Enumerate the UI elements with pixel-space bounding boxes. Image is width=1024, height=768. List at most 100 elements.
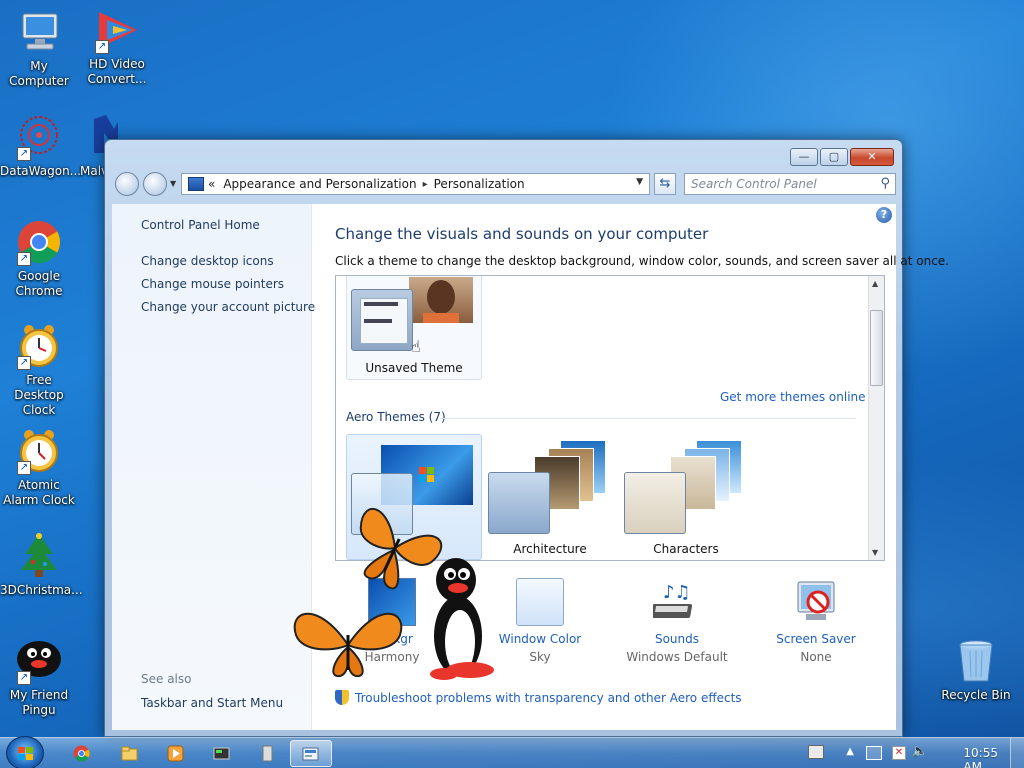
search-icon[interactable]: ⚲ [880, 176, 890, 191]
desktop-icon-my-friend-pingu[interactable]: ↗ My Friend Pingu [0, 637, 78, 718]
desktop-icon-free-desktop-clock[interactable]: ↗ Free Desktop Clock [0, 322, 78, 418]
personalization-window: — ▢ ✕ ▼ « Appearance and Personalization… [104, 139, 949, 737]
sidebar-link-mouse-pointers[interactable]: Change mouse pointers [141, 277, 284, 291]
theme-tile-unsaved[interactable]: ☝ Unsaved Theme [346, 276, 482, 380]
desktop-icon-3d-christmas[interactable]: 3DChristma... [0, 532, 83, 598]
refresh-button[interactable]: ⇆ [654, 173, 676, 195]
maximize-button[interactable]: ▢ [820, 148, 848, 166]
setting-value: None [800, 650, 832, 664]
theme-tile-architecture[interactable]: Architecture [484, 434, 616, 560]
forward-button[interactable] [143, 172, 167, 196]
theme-name: Architecture [513, 542, 587, 556]
control-panel-icon [302, 747, 319, 761]
desktop-icon-google-chrome[interactable]: ↗ Google Chrome [0, 218, 78, 299]
start-button[interactable] [6, 736, 44, 768]
taskbar-media-player[interactable] [156, 740, 194, 767]
get-more-themes-link[interactable]: Get more themes online [720, 390, 866, 404]
minimize-button[interactable]: — [790, 148, 818, 166]
sidebar-link-taskbar[interactable]: Taskbar and Start Menu [141, 696, 283, 710]
breadcrumb-personalization[interactable]: Personalization [434, 177, 525, 191]
shortcut-arrow-icon: ↗ [95, 40, 109, 54]
scroll-thumb[interactable] [870, 310, 883, 386]
desktop-icon-my-computer[interactable]: My Computer [0, 8, 78, 89]
computer-icon [15, 8, 63, 56]
shortcut-arrow-icon: ↗ [17, 461, 31, 475]
address-dropdown-icon[interactable]: ▼ [636, 177, 643, 187]
desktop-icon-hd-video-converter[interactable]: ↗ HD Video Convert... [78, 6, 156, 87]
scroll-up-icon[interactable]: ▲ [872, 279, 878, 288]
taskbar: ▲ ✕ 🔈 10:55 AM [0, 736, 1024, 768]
pingu-icon: ↗ [15, 637, 63, 685]
pingu-penguin-icon [424, 556, 498, 685]
setting-value: Sky [529, 650, 551, 664]
theme-list-scrollbar[interactable]: ▲ ▼ [868, 276, 884, 560]
show-hidden-icons-icon[interactable]: ▲ [846, 746, 854, 757]
datawagon-icon: ↗ [15, 113, 63, 161]
theme-color-swatch [488, 472, 550, 534]
setting-label: Screen Saver [776, 632, 856, 646]
desktop-icon-datawagon[interactable]: ↗ DataWagon... [0, 113, 81, 179]
theme-name: Characters [653, 542, 719, 556]
theme-color-swatch [624, 472, 686, 534]
cursor-pointer-icon: ☝ [411, 337, 421, 356]
desktop-icon-label: HD Video Convert... [87, 57, 147, 86]
troubleshoot-label: Troubleshoot problems with transparency … [355, 690, 742, 705]
shortcut-arrow-icon: ↗ [17, 671, 31, 685]
address-bar[interactable]: « Appearance and Personalization ▸ Perso… [181, 173, 650, 195]
page-subtitle: Click a theme to change the desktop back… [335, 254, 949, 268]
close-button[interactable]: ✕ [850, 148, 894, 166]
theme-color-preview [351, 289, 413, 351]
theme-wallpaper-thumbnail [409, 277, 473, 323]
taskbar-chrome[interactable] [62, 740, 100, 767]
theme-name: Unsaved Theme [365, 361, 463, 375]
clock-icon: ↗ [15, 322, 63, 370]
taskbar-app-3[interactable] [202, 740, 240, 767]
troubleshoot-link[interactable]: Troubleshoot problems with transparency … [335, 690, 742, 705]
taskbar-app-4[interactable] [248, 740, 286, 767]
setting-label: Sounds [654, 632, 700, 646]
sidebar: Control Panel Home Change desktop icons … [112, 204, 315, 730]
help-icon[interactable]: ? [876, 207, 892, 223]
screen-saver-icon [792, 578, 840, 626]
search-input[interactable]: Search Control Panel ⚲ [684, 173, 896, 195]
volume-icon[interactable]: 🔈 [912, 744, 928, 759]
sounds-icon: ♪♫ [650, 578, 701, 626]
show-desktop-button[interactable] [1010, 738, 1024, 768]
screen-saver-setting[interactable]: Screen Saver None [756, 578, 876, 664]
see-also-heading: See also [141, 672, 192, 686]
network-icon[interactable] [866, 746, 882, 760]
window-color-icon [516, 578, 564, 626]
navigation-bar: ▼ « Appearance and Personalization ▸ Per… [113, 172, 896, 198]
clock[interactable]: 10:55 AM [963, 746, 998, 768]
desktop-icon-label: My Friend Pingu [9, 688, 69, 717]
breadcrumb-appearance[interactable]: Appearance and Personalization [223, 177, 416, 191]
sidebar-link-control-panel-home[interactable]: Control Panel Home [141, 218, 260, 232]
sidebar-link-account-picture[interactable]: Change your account picture [141, 300, 315, 314]
setting-value: Windows Default [626, 650, 728, 664]
desktop-icon-label: My Computer [9, 59, 69, 88]
theme-tile-characters[interactable]: Characters [620, 434, 752, 560]
shield-icon [335, 690, 349, 705]
taskbar-explorer[interactable] [110, 740, 148, 767]
sidebar-link-desktop-icons[interactable]: Change desktop icons [141, 254, 274, 268]
action-center-icon[interactable] [808, 745, 824, 759]
sounds-setting[interactable]: ♪♫ Sounds Windows Default [617, 578, 737, 664]
windows-flag-icon [18, 747, 33, 760]
taskbar-personalization[interactable] [290, 740, 332, 767]
chrome-icon [73, 745, 90, 762]
breadcrumb-overflow[interactable]: « [208, 177, 215, 191]
recycle-bin-icon [952, 637, 1000, 685]
recent-pages-dropdown-icon[interactable]: ▼ [170, 179, 176, 188]
desktop-icon-label: Free Desktop Clock [14, 373, 64, 417]
desktop-icon-recycle-bin[interactable]: Recycle Bin [936, 637, 1016, 703]
flag-error-icon[interactable]: ✕ [892, 746, 906, 760]
window-color-setting[interactable]: Window Color Sky [480, 578, 600, 664]
breadcrumb-separator[interactable]: ▸ [423, 179, 428, 190]
scroll-down-icon[interactable]: ▼ [872, 548, 878, 557]
desktop-icon-label: Atomic Alarm Clock [3, 478, 75, 507]
svg-text:♪♫: ♪♫ [663, 582, 691, 603]
butterfly-lower-icon [288, 600, 408, 683]
desktop-icon-atomic-alarm-clock[interactable]: ↗ Atomic Alarm Clock [0, 427, 78, 508]
back-button[interactable] [115, 172, 139, 196]
window-content: Control Panel Home Change desktop icons … [112, 204, 949, 730]
